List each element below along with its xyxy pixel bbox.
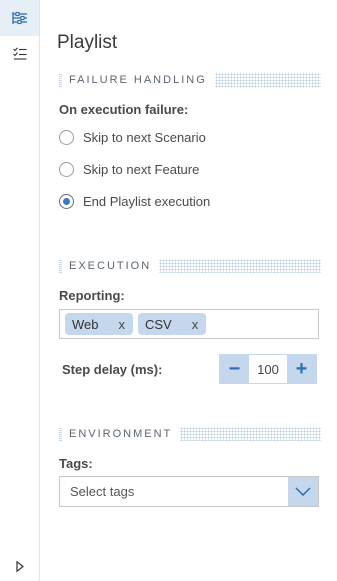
rail-expand-button[interactable]	[0, 548, 39, 581]
flow-settings-icon	[11, 11, 28, 25]
decrement-button[interactable]: −	[220, 355, 249, 383]
side-rail	[0, 0, 40, 581]
section-environment: ENVIRONMENT	[59, 427, 321, 441]
checklist-icon	[12, 46, 27, 60]
chip-remove-button[interactable]: x	[192, 317, 199, 332]
section-title: FAILURE HANDLING	[69, 74, 207, 86]
radio-option-skip-feature[interactable]: Skip to next Feature	[59, 162, 199, 177]
select-placeholder: Select tags	[70, 484, 135, 499]
page-title: Playlist	[57, 32, 118, 53]
section-failure-handling: FAILURE HANDLING	[59, 73, 321, 87]
section-title: ENVIRONMENT	[69, 428, 173, 440]
step-delay-value[interactable]: 100	[249, 355, 287, 383]
section-divider	[159, 259, 321, 273]
chip-label: CSV	[145, 316, 172, 332]
radio-option-end-playlist[interactable]: End Playlist execution	[59, 194, 210, 209]
increment-button[interactable]: +	[287, 355, 316, 383]
tags-select[interactable]: Select tags	[59, 476, 319, 507]
section-marker	[59, 427, 62, 441]
section-marker	[59, 73, 62, 87]
radio-button-checked[interactable]	[59, 194, 74, 209]
chip-label: Web	[72, 316, 99, 332]
reporting-tags-input[interactable]: Web x CSV x	[59, 309, 319, 339]
radio-button[interactable]	[59, 130, 74, 145]
radio-label: End Playlist execution	[83, 194, 211, 209]
tag-chip-csv: CSV x	[138, 313, 207, 335]
tag-chip-web: Web x	[65, 313, 133, 335]
tags-label: Tags:	[59, 456, 93, 471]
chip-remove-button[interactable]: x	[119, 317, 126, 332]
step-delay-label: Step delay (ms):	[62, 362, 163, 377]
radio-button[interactable]	[59, 162, 74, 177]
radio-label: Skip to next Scenario	[83, 130, 206, 145]
reporting-label: Reporting:	[59, 288, 125, 303]
execution-failure-label: On execution failure:	[59, 102, 189, 117]
section-marker	[59, 259, 62, 273]
playlist-panel: Playlist FAILURE HANDLING On execution f…	[41, 0, 337, 581]
section-execution: EXECUTION	[59, 259, 321, 273]
section-title: EXECUTION	[69, 260, 152, 272]
rail-button-checklist[interactable]	[0, 35, 39, 71]
chevron-down-icon	[295, 483, 311, 501]
expand-arrow-icon	[15, 560, 24, 572]
radio-option-skip-scenario[interactable]: Skip to next Scenario	[59, 130, 206, 145]
radio-label: Skip to next Feature	[83, 162, 200, 177]
section-divider	[180, 427, 321, 441]
section-divider	[214, 73, 321, 87]
rail-button-settings[interactable]	[0, 0, 39, 36]
dropdown-button[interactable]	[288, 477, 318, 506]
step-delay-stepper: − 100 +	[219, 354, 317, 384]
